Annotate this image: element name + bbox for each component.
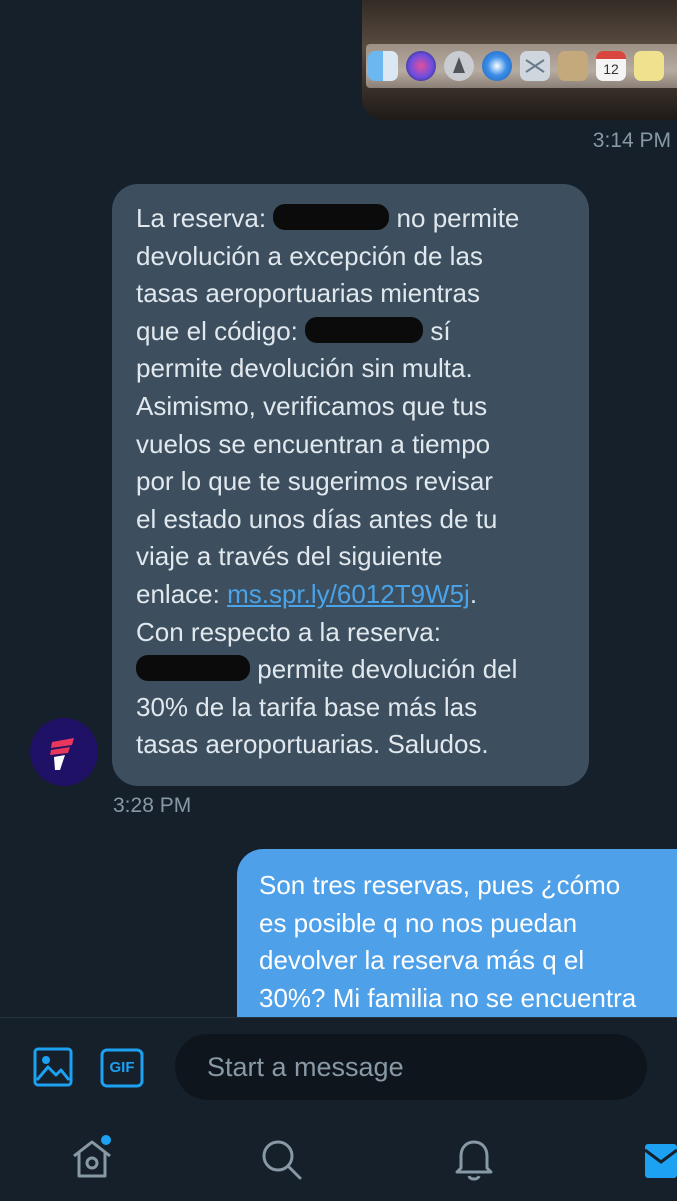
- message-line: Con respecto a la reserva:: [136, 616, 441, 647]
- mail-app-icon: [520, 51, 550, 81]
- message-line: enlace: ms.spr.ly/6012T9W5j.: [136, 578, 478, 609]
- gif-label: GIF: [109, 1059, 135, 1076]
- latam-logo-icon: [50, 738, 74, 770]
- tab-messages[interactable]: [644, 1144, 677, 1183]
- screenshot-dock: 12: [366, 44, 677, 88]
- notes-app-icon: [558, 51, 588, 81]
- message-line: Asimismo, verificamos que tus: [136, 390, 488, 421]
- redaction-mark: [305, 316, 424, 343]
- finder-icon: [368, 51, 398, 81]
- redaction-mark: [136, 655, 250, 682]
- message-line: permite devolución sin multa.: [136, 353, 473, 384]
- search-icon: [262, 1140, 302, 1180]
- stickies-icon: [634, 51, 664, 81]
- message-line: viaje a través del siguiente: [136, 541, 443, 572]
- home-icon: [73, 1135, 111, 1178]
- shortlink[interactable]: ms.spr.ly/6012T9W5j: [227, 579, 470, 609]
- add-gif-button[interactable]: GIF: [100, 1048, 144, 1093]
- launchpad-icon: [444, 51, 474, 81]
- incoming-message-bubble[interactable]: La reserva: no permite devolución a exce…: [112, 184, 589, 786]
- message-line: 30%? Mi familia no se encuentra: [259, 982, 637, 1013]
- calendar-icon: 12: [596, 51, 626, 81]
- avatar[interactable]: [30, 718, 98, 786]
- message-input[interactable]: Start a message: [175, 1034, 647, 1100]
- message-line: tasas aeroportuarias. Saludos.: [136, 729, 489, 760]
- image-icon: [33, 1047, 73, 1087]
- message-line: es posible q no nos puedan: [259, 907, 578, 938]
- message-line: tasas aeroportuarias mientras: [136, 278, 480, 309]
- shared-image[interactable]: 12: [362, 0, 677, 120]
- tab-notifications[interactable]: [451, 1134, 497, 1187]
- message-line: vuelos se encuentran a tiempo: [136, 428, 491, 459]
- message-line: permite devolución del: [136, 651, 579, 689]
- message-line: devolución a excepción de las: [136, 240, 483, 271]
- message-line: devolver la reserva más q el: [259, 945, 585, 976]
- tab-home[interactable]: [68, 1134, 116, 1187]
- messages-icon: [644, 1144, 677, 1178]
- add-image-button[interactable]: [32, 1046, 74, 1093]
- message-line: Son tres reservas, pues ¿cómo: [259, 870, 621, 900]
- message-line: que el código: sí: [136, 315, 451, 346]
- composer-bar: GIF Start a message: [0, 1017, 677, 1201]
- message-line: por lo que te sugerimos revisar: [136, 466, 493, 497]
- safari-icon: [482, 51, 512, 81]
- notifications-icon: [455, 1140, 493, 1181]
- message-line: el estado unos días antes de tu: [136, 503, 498, 534]
- incoming-timestamp: 3:28 PM: [113, 794, 192, 817]
- message-line: 30% de la tarifa base más las: [136, 691, 478, 722]
- redaction-mark: [273, 204, 390, 231]
- siri-icon: [406, 51, 436, 81]
- calendar-day: 12: [603, 61, 619, 77]
- image-timestamp: 3:14 PM: [592, 129, 671, 152]
- message-line: La reserva: no permite: [136, 203, 520, 233]
- tab-search[interactable]: [258, 1136, 304, 1187]
